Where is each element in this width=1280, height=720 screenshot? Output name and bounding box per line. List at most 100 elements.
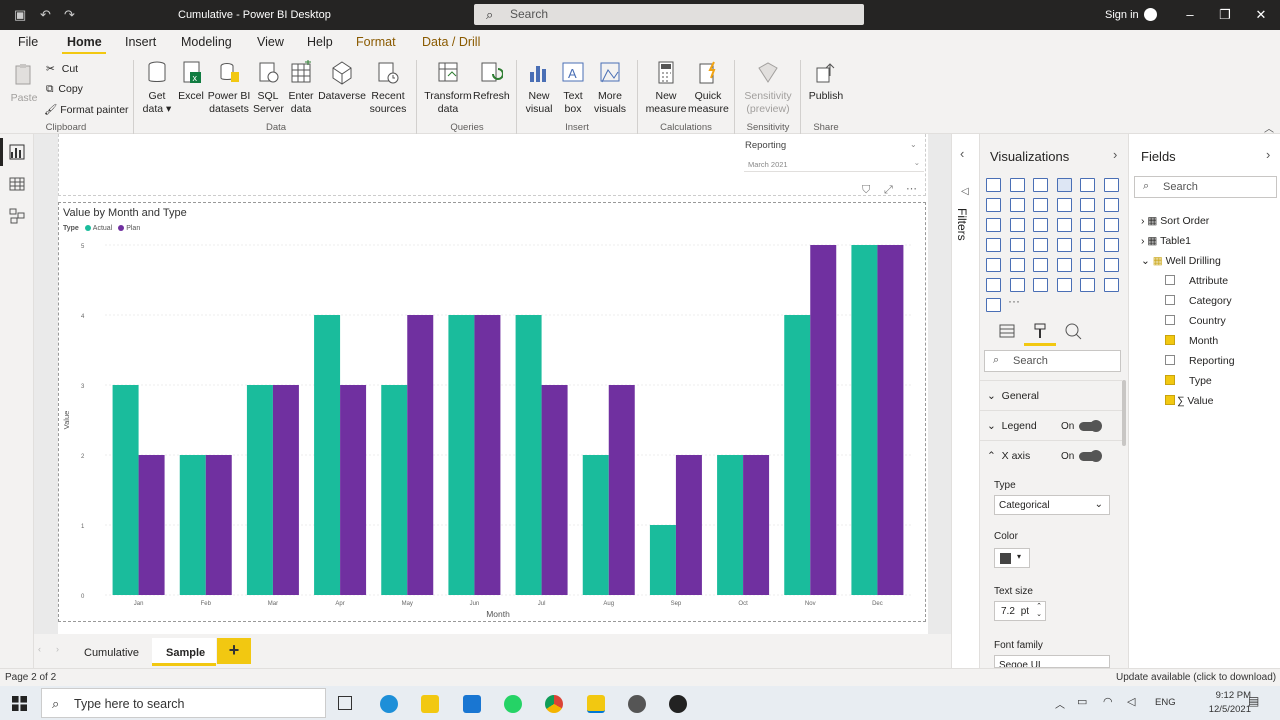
minimize-icon[interactable]: – — [1180, 7, 1200, 22]
clustered-column-visual-icon[interactable] — [1056, 178, 1072, 192]
waterfall-visual-icon[interactable] — [986, 218, 1001, 232]
collapse-viz-icon[interactable]: › — [1113, 147, 1117, 162]
filter-icon[interactable]: ⛉ — [862, 184, 870, 197]
bar-plan[interactable] — [608, 385, 635, 595]
treemap-visual-icon[interactable] — [1103, 218, 1119, 232]
clock-time[interactable]: 9:12 PM — [1191, 690, 1251, 701]
data-view-icon[interactable] — [9, 176, 25, 192]
pane-scrollbar[interactable] — [1122, 380, 1126, 446]
donut-visual-icon[interactable] — [1080, 218, 1095, 232]
field-reporting[interactable]: Reporting — [1165, 355, 1235, 367]
slicer-visual-icon[interactable] — [1033, 258, 1048, 272]
volume-icon[interactable]: ◁ — [1127, 695, 1135, 708]
sensitivity-button[interactable]: Sensitivity (preview) — [740, 60, 796, 116]
quick-measure-button[interactable]: Quick measure — [688, 60, 729, 116]
tab-data-drill[interactable]: Data / Drill — [422, 35, 480, 49]
filters-pane-collapsed[interactable]: ‹ ◁ Filters — [951, 134, 979, 668]
maximize-icon[interactable]: ❐ — [1215, 7, 1235, 23]
bar-actual[interactable] — [515, 315, 542, 595]
collapse-fields-icon[interactable]: › — [1266, 147, 1270, 162]
obs-icon[interactable] — [669, 695, 687, 713]
filled-map-visual-icon[interactable] — [1009, 238, 1025, 252]
azure-map-visual-icon[interactable] — [1056, 238, 1072, 252]
redo-icon[interactable]: ↷ — [64, 7, 75, 23]
bar-plan[interactable] — [138, 455, 165, 595]
clustered-bar-visual-icon[interactable] — [1033, 178, 1048, 192]
bar-plan[interactable] — [743, 455, 770, 595]
search-box[interactable]: ⌕ Search — [474, 4, 864, 25]
close-icon[interactable]: ✕ — [1251, 7, 1271, 23]
field-checkbox[interactable] — [1165, 395, 1175, 405]
bar-actual[interactable] — [246, 385, 273, 595]
tray-chevron-icon[interactable]: ︿ — [1055, 696, 1065, 711]
field-type[interactable]: Type — [1165, 375, 1212, 387]
kpi-visual-icon[interactable] — [1009, 258, 1025, 272]
task-view-icon[interactable] — [338, 696, 352, 710]
format-painter-button[interactable]: 🖌 Format painter — [44, 103, 129, 116]
shape-map-visual-icon[interactable] — [1033, 238, 1048, 252]
tab-modeling[interactable]: Modeling — [181, 35, 232, 49]
field-checkbox[interactable] — [1165, 315, 1175, 325]
field-category[interactable]: Category — [1165, 295, 1232, 307]
viz-search-input[interactable]: ⌕ Search — [984, 350, 1121, 372]
field-checkbox[interactable] — [1165, 275, 1175, 285]
new-measure-button[interactable]: New measure — [644, 60, 688, 116]
wifi-icon[interactable]: ◠ — [1103, 695, 1113, 708]
field-country[interactable]: Country — [1165, 315, 1226, 327]
clustered-column-chart[interactable]: Value by Month and Type Type Actual Plan… — [58, 202, 926, 622]
table-well-drilling[interactable]: ⌄ ▦ Well Drilling — [1141, 255, 1221, 267]
avatar[interactable] — [1144, 8, 1157, 21]
chrome-icon[interactable] — [545, 695, 563, 713]
field-checkbox[interactable] — [1165, 355, 1175, 365]
python-visual-visual-icon[interactable] — [986, 278, 1001, 292]
paginated-visual-icon[interactable] — [1103, 278, 1119, 292]
windows-start-icon[interactable] — [12, 696, 27, 711]
matrix-visual-icon[interactable] — [1080, 258, 1095, 272]
undo-icon[interactable]: ↶ — [40, 7, 51, 23]
bar-actual[interactable] — [851, 245, 878, 595]
bar-plan[interactable] — [407, 315, 434, 595]
scatter-visual-icon[interactable] — [1033, 218, 1048, 232]
field-checkbox[interactable] — [1165, 335, 1175, 345]
decomposition-tree-visual-icon[interactable] — [1033, 278, 1048, 292]
card-visual-icon[interactable] — [1103, 238, 1119, 252]
edge-icon[interactable] — [380, 695, 398, 713]
recent-sources-button[interactable]: Recent sources — [366, 60, 410, 116]
stacked-area-visual-icon[interactable] — [1033, 198, 1048, 212]
power-bi-icon[interactable] — [587, 695, 605, 713]
multi-row-card-visual-icon[interactable] — [986, 258, 1001, 272]
tab-format[interactable]: Format — [356, 35, 396, 49]
slicer-chevron-icon[interactable]: ⌄ — [910, 140, 917, 149]
general-section[interactable]: ⌄ General — [987, 390, 1039, 402]
format-paintbrush-icon[interactable] — [1031, 322, 1049, 340]
tab-view[interactable]: View — [257, 35, 284, 49]
page-tab-cumulative[interactable]: Cumulative — [70, 638, 153, 666]
report-view-icon[interactable] — [9, 144, 25, 160]
tab-file[interactable]: File — [18, 35, 38, 49]
clock-date[interactable]: 12/5/2021 — [1191, 704, 1251, 715]
model-view-icon[interactable] — [9, 208, 25, 224]
bar-plan[interactable] — [474, 315, 501, 595]
table-table1[interactable]: › ▦ Table1 — [1141, 235, 1191, 247]
taskbar-search[interactable]: ⌕ Type here to search — [41, 688, 326, 718]
stacked-column-visual-icon[interactable] — [1009, 178, 1025, 192]
bar-plan[interactable] — [272, 385, 299, 595]
funnel-visual-icon[interactable] — [1009, 218, 1025, 232]
prev-page-icon[interactable]: ‹ — [38, 644, 41, 654]
slicer-dropdown[interactable]: March 2021 ⌄ — [744, 156, 924, 172]
bar-actual[interactable] — [582, 455, 609, 595]
paste-button[interactable]: Paste — [10, 62, 38, 105]
legend-section[interactable]: ⌄ Legend — [987, 420, 1037, 432]
bar-actual[interactable] — [112, 385, 139, 595]
map-visual-icon[interactable] — [986, 238, 1001, 252]
table-visual-icon[interactable] — [1056, 258, 1072, 272]
bar-plan[interactable] — [877, 245, 904, 595]
sign-in-link[interactable]: Sign in — [1105, 9, 1139, 21]
save-icon[interactable]: ▣ — [14, 7, 26, 23]
publish-button[interactable]: Publish — [806, 60, 846, 103]
line-column-visual-icon[interactable] — [1056, 198, 1072, 212]
transform-data-button[interactable]: Transform data — [424, 60, 472, 116]
tab-home[interactable]: Home — [67, 35, 102, 49]
add-page-button[interactable]: + — [217, 638, 251, 664]
r-visual-visual-icon[interactable] — [1103, 258, 1119, 272]
